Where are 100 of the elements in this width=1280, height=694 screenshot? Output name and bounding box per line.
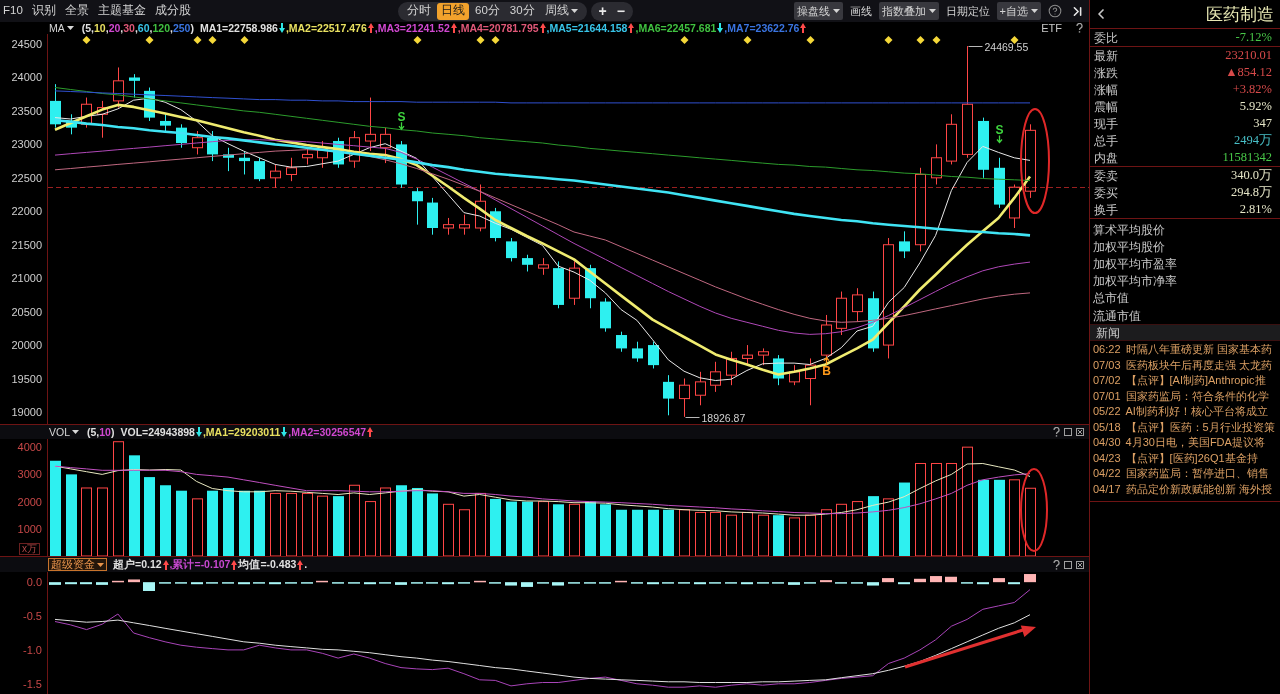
axis-label: 4000 (17, 441, 42, 454)
field-label: 委比 (1094, 31, 1118, 44)
candlestick (207, 130, 218, 162)
toolbar-dropdown[interactable]: 指数叠加 (878, 2, 939, 20)
toolbar-link[interactable]: F10 (3, 5, 23, 17)
news-headline[interactable]: 4月30日电，美国FDA提议将 (1125, 437, 1265, 449)
candlestick (286, 157, 297, 182)
diamond-icon[interactable] (1010, 36, 1019, 44)
news-time: 07/03 (1093, 359, 1121, 371)
candlestick (160, 113, 171, 132)
candlestick (97, 100, 108, 139)
toolbar-link[interactable]: 成分股 (154, 5, 191, 17)
field-label: 总市值 (1093, 292, 1129, 305)
axis-label: 20500 (11, 305, 42, 318)
help-icon[interactable] (1076, 23, 1083, 33)
news-headline[interactable]: 医药板块午后再度走强 太龙药 (1125, 359, 1272, 371)
candlestick (868, 291, 879, 353)
candlestick (129, 73, 140, 99)
maximize-icon[interactable] (1064, 428, 1072, 436)
field-label: 委买 (1094, 186, 1118, 199)
news-headline[interactable]: 【点评】医药：5月行业投资策 (1125, 421, 1275, 433)
news-headline[interactable]: 国家药监局：暂停进口、销售 (1125, 468, 1269, 480)
diamond-icon[interactable] (208, 36, 217, 44)
diamond-icon[interactable] (491, 36, 500, 44)
axis-label: -1.5 (23, 677, 42, 690)
diamond-icon[interactable] (884, 36, 893, 44)
candlestick (66, 113, 77, 135)
period-tab[interactable]: 周线 (540, 2, 582, 20)
zoom-button[interactable]: − (616, 4, 625, 18)
field-value: 2.81% (1239, 203, 1272, 216)
news-time: 04/23 (1093, 452, 1121, 464)
candlestick (317, 140, 328, 169)
toolbar-link[interactable]: 全景 (64, 5, 89, 17)
candlestick (176, 123, 187, 149)
candlestick (475, 184, 486, 232)
field-label: 加权平均股价 (1093, 240, 1165, 253)
indicator-menu[interactable]: VOL (49, 426, 79, 438)
etf-label[interactable]: ETF (1041, 22, 1062, 34)
diamond-icon[interactable] (193, 36, 202, 44)
diamond-icon[interactable] (932, 36, 941, 44)
indicator-menu[interactable]: 超级资金 (48, 558, 107, 571)
indicator-reading: ,MA2=22517.476 (285, 22, 367, 34)
diamond-icon[interactable] (145, 36, 154, 44)
diamond-icon[interactable] (240, 36, 249, 44)
diamond-icon[interactable] (916, 36, 925, 44)
leader-line (968, 46, 983, 47)
axis-label: 0.0 (26, 576, 42, 589)
field-value: 2494万 (1234, 134, 1272, 147)
candlestick (302, 147, 313, 165)
news-headline[interactable]: 【点评】[AI制药]Anthropic推 (1125, 375, 1266, 387)
toolbar-dropdown[interactable]: +自选 (996, 2, 1041, 20)
news-headline[interactable]: 国家药监局：符合条件的化学 (1125, 390, 1269, 402)
help-icon[interactable] (1048, 4, 1062, 18)
candlestick (946, 113, 957, 165)
close-icon[interactable] (1076, 428, 1084, 436)
indicator-menu[interactable]: MA (49, 22, 74, 34)
help-icon[interactable] (1053, 559, 1060, 570)
field-label: 总手 (1094, 134, 1118, 147)
news-time: 06:22 (1093, 344, 1121, 356)
field-label: 换手 (1094, 203, 1118, 216)
diamond-icon[interactable] (680, 36, 689, 44)
news-headline[interactable]: AI制药利好！核心平台将成立 (1125, 406, 1268, 418)
candlestick (459, 214, 470, 236)
news-headline[interactable]: 【点评】[医药]26Q1基金持 (1125, 452, 1258, 464)
field-value: 5.92% (1239, 100, 1272, 113)
toolbar-button[interactable]: 日期定位 (942, 2, 993, 20)
toolbar-link[interactable]: 主题基金 (97, 5, 146, 17)
field-value: 23210.01 (1225, 49, 1272, 62)
help-icon[interactable] (1053, 427, 1060, 437)
period-tab[interactable]: 日线 (437, 2, 469, 20)
period-tab[interactable]: 60分 (471, 2, 504, 20)
news-time: 04/30 (1093, 437, 1121, 449)
legend-text: . (304, 559, 308, 570)
zoom-button[interactable]: + (598, 4, 607, 18)
candlestick (789, 364, 800, 386)
axis-label: 21000 (11, 272, 42, 285)
candlestick (380, 127, 391, 164)
toolbar-button[interactable]: 画线 (846, 2, 875, 20)
news-headline[interactable]: 时隔八年重磅更新 国家基本药 (1125, 344, 1272, 356)
candlestick (585, 264, 596, 309)
diamond-icon[interactable] (82, 36, 91, 44)
axis-label: 22500 (11, 171, 42, 184)
news-headline[interactable]: 药品定价新政赋能创新 海外授 (1125, 483, 1272, 495)
diamond-icon[interactable] (413, 36, 422, 44)
arrow-down-icon (398, 121, 405, 131)
toolbar-link[interactable]: 识别 (31, 5, 56, 17)
period-tab[interactable]: 30分 (505, 2, 539, 20)
diamond-icon[interactable] (743, 36, 752, 44)
diamond-icon[interactable] (476, 36, 485, 44)
candlestick (522, 254, 533, 272)
close-icon[interactable] (1076, 560, 1084, 569)
section-title: 新闻 (1096, 326, 1120, 339)
period-tab[interactable]: 分时 (403, 2, 435, 20)
diamond-icon[interactable] (806, 36, 815, 44)
candlestick (50, 83, 61, 129)
maximize-icon[interactable] (1064, 560, 1072, 569)
toolbar-dropdown[interactable]: 操盘线 (793, 2, 843, 20)
caret-icon (1031, 9, 1038, 13)
candlestick (443, 217, 454, 236)
sector-title: 医药制造 (1206, 5, 1274, 23)
